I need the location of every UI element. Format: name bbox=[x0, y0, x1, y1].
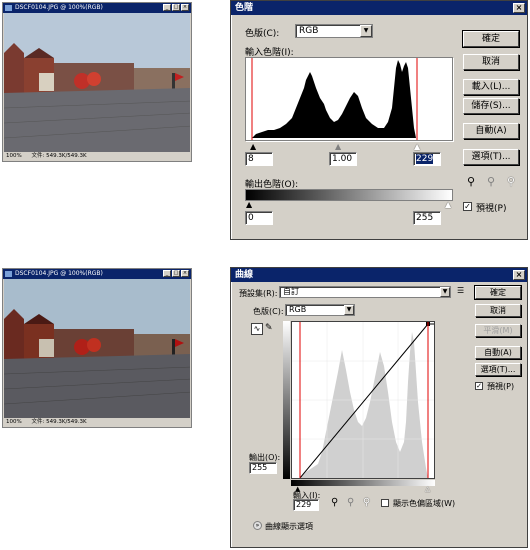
document-icon bbox=[5, 271, 12, 277]
zoom-readout: 100% bbox=[6, 419, 22, 425]
curves-output-value: 255 bbox=[252, 463, 268, 472]
curves-dialog-title-bar[interactable]: 曲線 × bbox=[231, 268, 527, 282]
curves-input-value: 229 bbox=[296, 500, 312, 509]
levels-dialog-title: 色階 bbox=[235, 3, 254, 13]
eyedropper-gray-icon[interactable]: ⚲ bbox=[347, 497, 354, 508]
minimize-icon[interactable]: _ bbox=[163, 270, 171, 277]
preset-menu-icon[interactable]: ☰ bbox=[457, 286, 464, 295]
curves-options-button[interactable]: 選項(T)... bbox=[475, 363, 521, 376]
curves-input-field[interactable]: 229 bbox=[293, 499, 319, 511]
eyedropper-black-icon[interactable]: ⚲ bbox=[467, 176, 475, 187]
curves-channel-label: 色版(C): bbox=[253, 307, 284, 316]
levels-dialog-title-bar[interactable]: 色階 × bbox=[231, 1, 527, 15]
maximize-icon[interactable]: □ bbox=[172, 270, 180, 277]
output-gradient-bar bbox=[283, 321, 290, 479]
photo-canvas[interactable] bbox=[4, 13, 190, 152]
pencil-tool-icon[interactable]: ✎ bbox=[265, 323, 273, 333]
curves-preview-label: 預視(P) bbox=[487, 382, 515, 391]
curves-dialog-title: 曲線 bbox=[235, 270, 254, 280]
output-white-value: 255 bbox=[416, 213, 434, 223]
maximize-icon[interactable]: □ bbox=[172, 4, 180, 11]
input-gamma-field[interactable]: 1.00 bbox=[329, 152, 357, 166]
doc-size-readout: 文件: 549.3K/549.3K bbox=[31, 419, 87, 425]
output-black-value: 0 bbox=[248, 213, 254, 223]
photo-window-title-bar[interactable]: DSCF0104.JPG @ 100%(RGB) _ □ × bbox=[3, 269, 191, 279]
levels-dialog: 色階 × 色版(C): RGB ▼ 輸入色階(I): ▲ ▲ ▲ 8 1.00 … bbox=[230, 0, 528, 240]
output-white-field[interactable]: 255 bbox=[413, 211, 441, 225]
minimize-icon[interactable]: _ bbox=[163, 4, 171, 11]
eyedropper-white-icon[interactable]: ⚲ bbox=[363, 497, 370, 508]
eyedropper-white-icon[interactable]: ⚲ bbox=[507, 176, 515, 187]
curves-channel-select[interactable]: RGB ▼ bbox=[285, 304, 355, 316]
input-white-field[interactable]: 229 bbox=[413, 152, 441, 166]
curves-preset-value: 自訂 bbox=[283, 287, 299, 296]
eyedropper-gray-icon[interactable]: ⚲ bbox=[487, 176, 495, 187]
output-black-field[interactable]: 0 bbox=[245, 211, 273, 225]
curves-preset-select[interactable]: 自訂 ▼ bbox=[279, 286, 451, 298]
levels-channel-value: RGB bbox=[299, 26, 319, 36]
show-clipping-label: 顯示色偏區域(W) bbox=[393, 499, 456, 508]
chevron-down-icon[interactable]: ▼ bbox=[344, 305, 354, 315]
output-black-slider[interactable]: ▲ bbox=[246, 200, 252, 209]
photo-window-bottom: DSCF0104.JPG @ 100%(RGB) _ □ × 100% 文件: 54… bbox=[2, 268, 192, 428]
curves-ok-button[interactable]: 確定 bbox=[474, 285, 522, 300]
input-gamma-slider[interactable]: ▲ bbox=[335, 142, 341, 151]
curves-channel-value: RGB bbox=[289, 305, 307, 314]
close-icon[interactable]: × bbox=[513, 3, 525, 13]
levels-auto-button[interactable]: 自動(A) bbox=[463, 123, 519, 139]
chevron-down-icon[interactable]: ▼ bbox=[440, 287, 450, 297]
input-black-slider[interactable]: ▲ bbox=[250, 142, 256, 151]
levels-channel-label: 色版(C): bbox=[245, 29, 280, 39]
document-icon bbox=[5, 5, 12, 11]
photo-status-bar: 100% 文件: 549.3K/549.3K bbox=[3, 418, 191, 427]
photo-window-title: DSCF0104.JPG @ 100%(RGB) bbox=[15, 4, 103, 11]
eyedropper-black-icon[interactable]: ⚲ bbox=[331, 497, 338, 508]
input-black-value: 8 bbox=[248, 154, 254, 164]
chevron-down-icon[interactable]: ▼ bbox=[360, 25, 372, 37]
levels-cancel-button[interactable]: 取消 bbox=[463, 54, 519, 70]
output-gradient-bar bbox=[245, 189, 453, 201]
levels-ok-button[interactable]: 確定 bbox=[462, 30, 520, 48]
input-white-value: 229 bbox=[416, 154, 434, 164]
levels-load-button[interactable]: 載入(L)... bbox=[463, 79, 519, 95]
expand-chevron-icon[interactable]: » bbox=[253, 521, 262, 530]
output-white-slider[interactable]: ▲ bbox=[445, 200, 451, 209]
photo-status-bar: 100% 文件: 549.3K/549.3K bbox=[3, 152, 191, 161]
close-icon[interactable]: × bbox=[181, 4, 189, 11]
curves-dialog: 曲線 × 預設集(R): 自訂 ▼ ☰ 色版(C): RGB ▼ ∿ ✎ ▲ △… bbox=[230, 267, 528, 548]
levels-options-button[interactable]: 選項(T)... bbox=[463, 149, 519, 165]
curves-smooth-button[interactable]: 平滑(M) bbox=[475, 324, 521, 337]
curves-output-field[interactable]: 255 bbox=[249, 462, 277, 474]
close-icon[interactable]: × bbox=[181, 270, 189, 277]
input-white-slider[interactable]: △ bbox=[425, 485, 430, 493]
close-icon[interactable]: × bbox=[513, 270, 525, 280]
input-gradient-bar bbox=[291, 480, 435, 486]
show-clipping-checkbox[interactable] bbox=[381, 499, 389, 507]
input-gamma-value: 1.00 bbox=[332, 154, 353, 164]
curves-auto-button[interactable]: 自動(A) bbox=[475, 346, 521, 359]
photo-window-title-bar[interactable]: DSCF0104.JPG @ 100%(RGB) _ □ × bbox=[3, 3, 191, 13]
doc-size-readout: 文件: 549.3K/549.3K bbox=[31, 153, 87, 159]
curves-preview-checkbox[interactable]: ✓ bbox=[475, 382, 483, 390]
photo-canvas[interactable] bbox=[4, 279, 190, 418]
input-black-field[interactable]: 8 bbox=[245, 152, 273, 166]
levels-preview-checkbox[interactable]: ✓ bbox=[463, 202, 472, 211]
levels-histogram bbox=[245, 57, 453, 141]
photo-window-title: DSCF0104.JPG @ 100%(RGB) bbox=[15, 270, 103, 277]
input-white-slider[interactable]: ▲ bbox=[414, 142, 420, 151]
curves-preset-label: 預設集(R): bbox=[239, 289, 278, 298]
curves-cancel-button[interactable]: 取消 bbox=[475, 304, 521, 317]
curve-options-label[interactable]: 曲線顯示選項 bbox=[265, 521, 313, 532]
curve-tool-icon[interactable]: ∿ bbox=[251, 323, 263, 335]
levels-save-button[interactable]: 儲存(S)... bbox=[463, 98, 519, 114]
levels-preview-label: 預視(P) bbox=[476, 204, 507, 214]
zoom-readout: 100% bbox=[6, 153, 22, 159]
photo-window-top: DSCF0104.JPG @ 100%(RGB) _ □ × 100% 文件: 54… bbox=[2, 2, 192, 162]
curves-graph[interactable] bbox=[291, 321, 435, 479]
levels-channel-select[interactable]: RGB ▼ bbox=[295, 24, 373, 38]
